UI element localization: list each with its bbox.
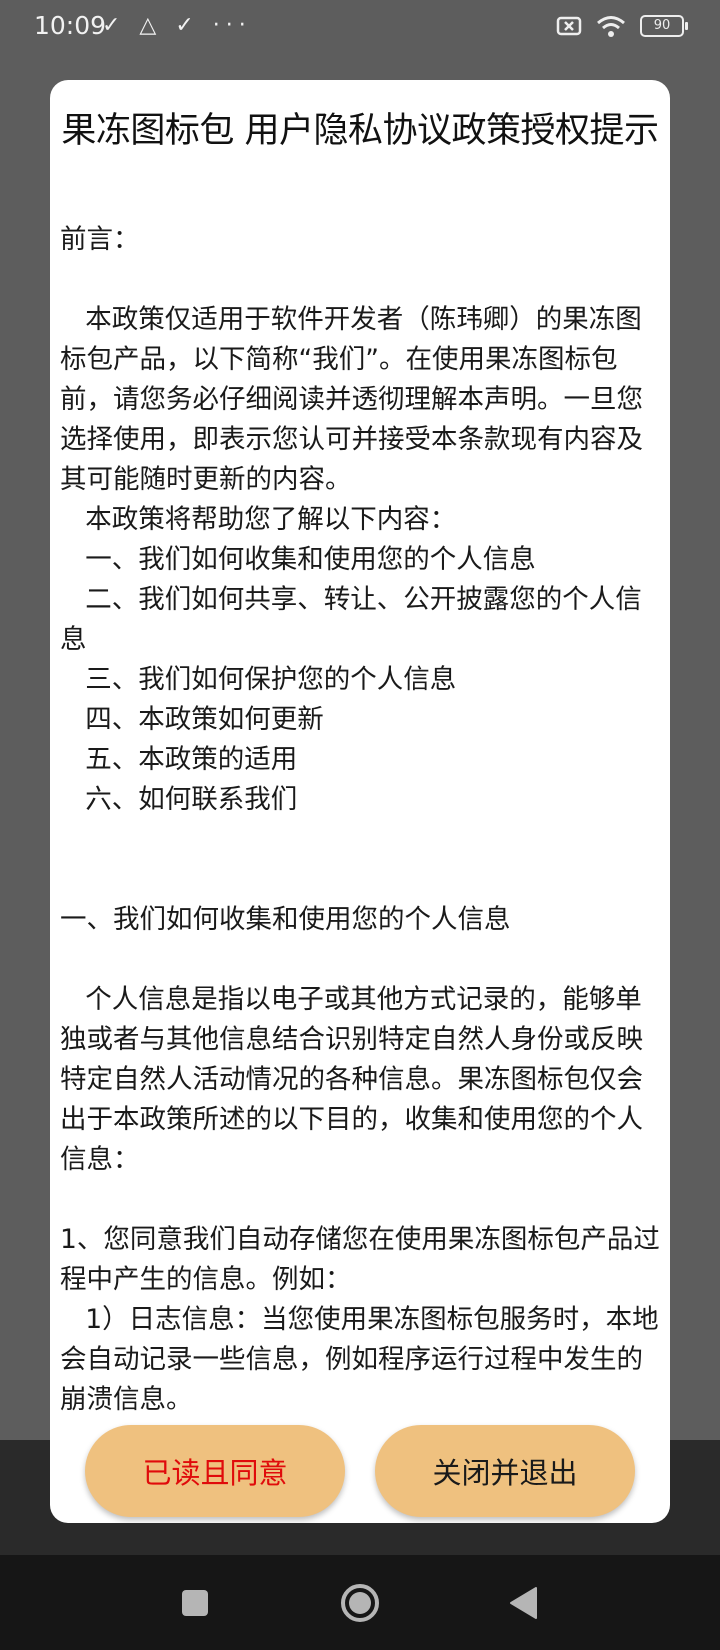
policy-list-item: 四、本政策如何更新 xyxy=(60,704,324,735)
policy-list-item: 二、我们如何共享、转让、公开披露您的个人信息 xyxy=(60,584,642,655)
back-button[interactable] xyxy=(478,1555,568,1650)
no-sim-icon xyxy=(556,16,582,36)
square-icon xyxy=(182,1589,208,1616)
policy-paragraph: 前言： xyxy=(60,224,140,255)
system-status-icons: 90 xyxy=(556,14,688,38)
policy-paragraph: 1、您同意我们自动存储您在使用果冻图标包产品过程中产生的信息。例如： xyxy=(60,1224,660,1295)
back-triangle-icon xyxy=(510,1586,537,1619)
policy-text-scroll[interactable]: 前言： 本政策仅适用于软件开发者（陈玮卿）的果冻图标包产品，以下简称“我们”。在… xyxy=(60,220,660,1470)
policy-list-item: 一、我们如何收集和使用您的个人信息 xyxy=(60,544,536,575)
policy-list-item: 五、本政策的适用 xyxy=(60,744,298,775)
status-time: 10:09 xyxy=(34,11,107,40)
policy-paragraph: 1）日志信息：当您使用果冻图标包服务时，本地会自动记录一些信息，例如程序运行过程… xyxy=(60,1304,659,1415)
circle-icon xyxy=(341,1583,379,1622)
policy-paragraph: 本政策将帮助您了解以下内容： xyxy=(60,504,457,535)
recents-button[interactable] xyxy=(150,1555,240,1650)
navigation-bar xyxy=(0,1555,720,1650)
privacy-dialog: 果冻图标包 用户隐私协议政策授权提示 前言： 本政策仅适用于软件开发者（陈玮卿）… xyxy=(50,80,670,1523)
close-exit-button[interactable]: 关闭并退出 xyxy=(375,1425,635,1517)
dialog-title: 果冻图标包 用户隐私协议政策授权提示 xyxy=(61,111,659,151)
wifi-icon xyxy=(597,16,625,37)
notification-icons: ✓ △ ✓ ··· xyxy=(102,13,252,38)
agree-button[interactable]: 已读且同意 xyxy=(85,1425,345,1517)
battery-icon: 90 xyxy=(640,15,688,37)
section-heading: 一、我们如何收集和使用您的个人信息 xyxy=(60,904,511,935)
policy-paragraph: 本政策仅适用于软件开发者（陈玮卿）的果冻图标包产品，以下简称“我们”。在使用果冻… xyxy=(60,304,643,495)
status-bar: 10:09 ✓ △ ✓ ··· 90 xyxy=(0,0,720,56)
policy-list-item: 三、我们如何保护您的个人信息 xyxy=(60,664,457,695)
policy-paragraph: 个人信息是指以电子或其他方式记录的，能够单独或者与其他信息结合识别特定自然人身份… xyxy=(60,984,643,1175)
home-button[interactable] xyxy=(315,1555,405,1650)
policy-list-item: 六、如何联系我们 xyxy=(60,784,298,815)
